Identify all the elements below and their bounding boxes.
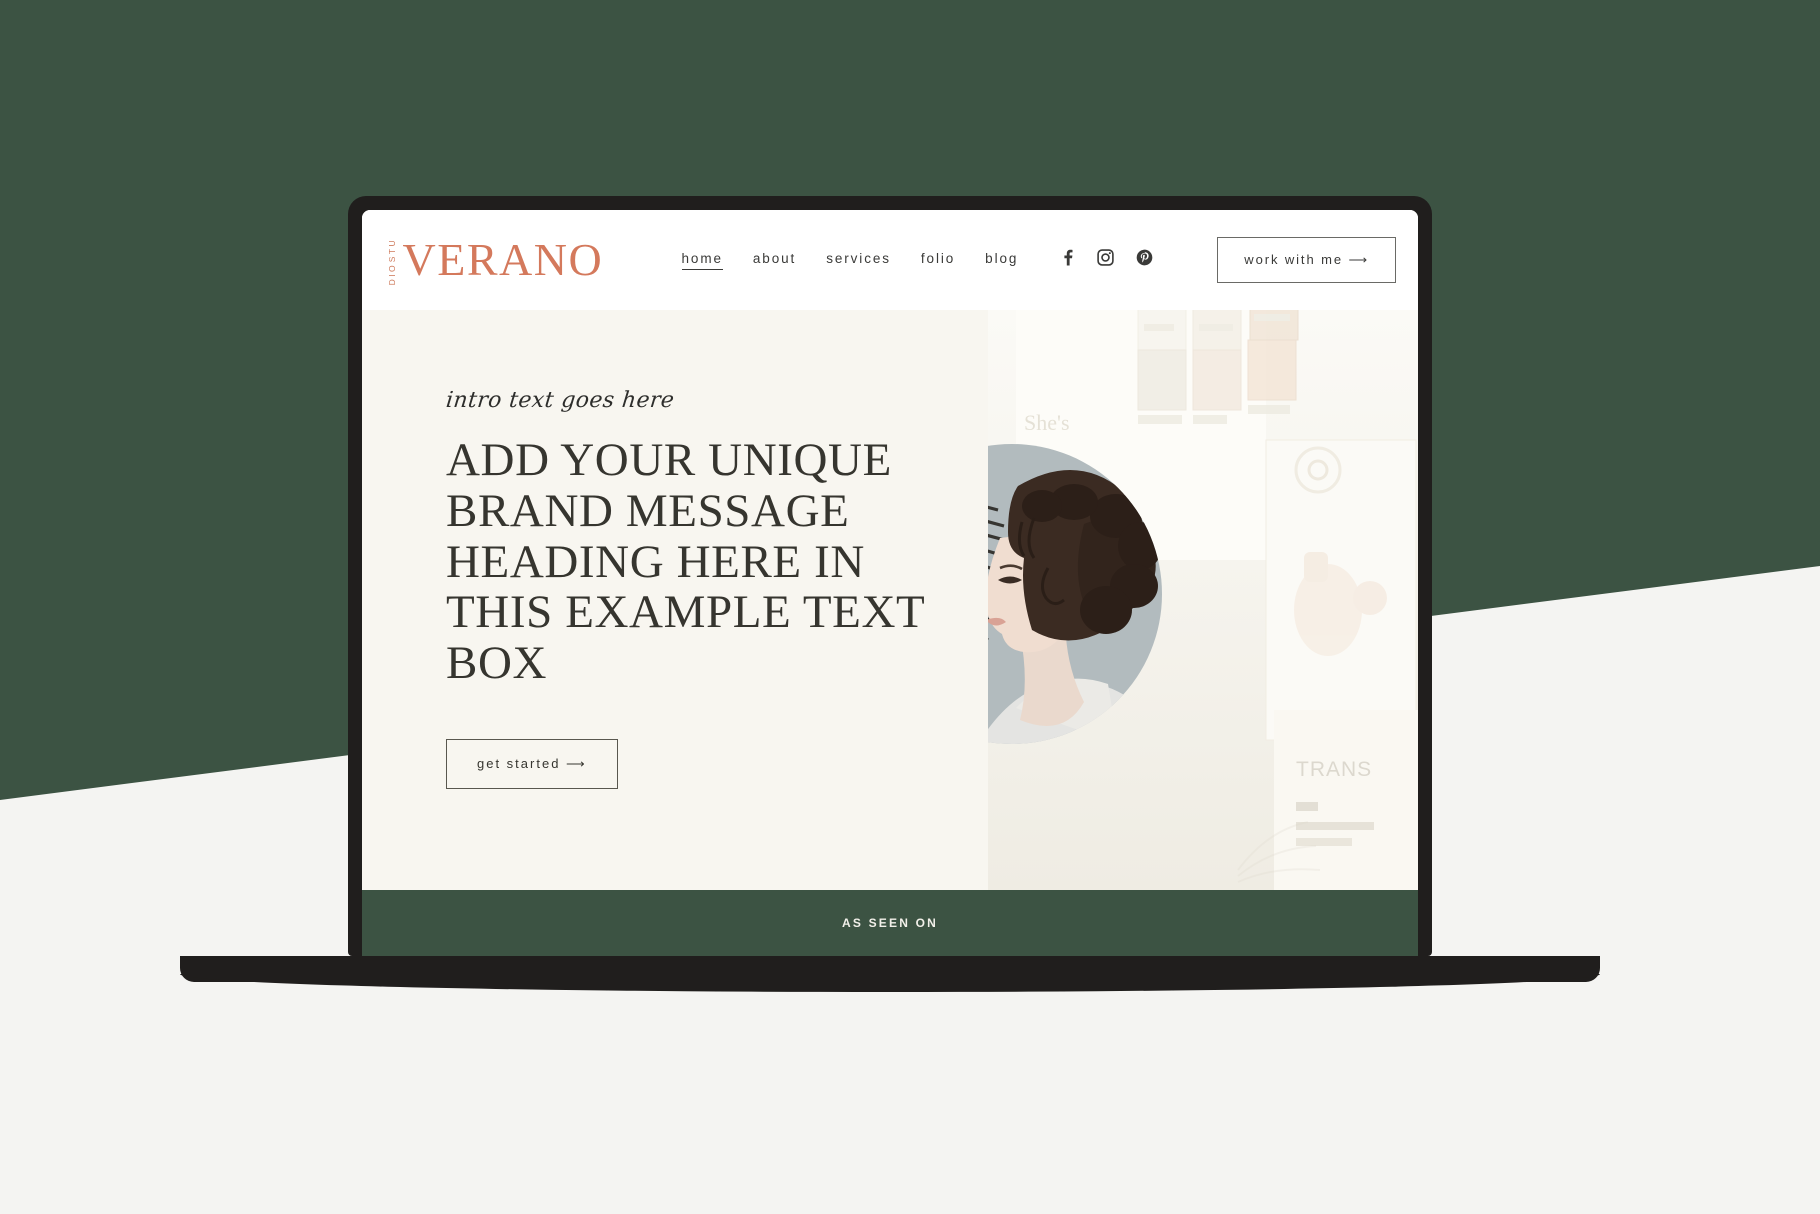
- primary-nav: home about services folio blog work with…: [681, 237, 1396, 283]
- nav-item-about[interactable]: about: [753, 251, 796, 269]
- logo-wordmark: VERANO: [402, 234, 604, 285]
- as-seen-on-bar: AS SEEN ON: [362, 890, 1418, 956]
- nav-item-home[interactable]: home: [681, 251, 723, 270]
- nav-item-folio[interactable]: folio: [921, 251, 955, 269]
- logo-studio-stack: STU DIO: [387, 237, 397, 286]
- work-with-me-button[interactable]: work with me ⟶: [1217, 237, 1396, 283]
- facebook-icon[interactable]: [1060, 249, 1075, 271]
- hero-heading: ADD YOUR UNIQUE BRAND MESSAGE HEADING HE…: [446, 434, 925, 689]
- laptop-base: [180, 956, 1600, 992]
- get-started-button[interactable]: get started ⟶: [446, 738, 618, 789]
- site-header: STU DIO VERANO home about services folio…: [362, 210, 1418, 310]
- nav-item-services[interactable]: services: [826, 251, 891, 269]
- svg-text:She's: She's: [1024, 410, 1070, 435]
- screenshot-stage: STU DIO VERANO home about services folio…: [0, 0, 1820, 1214]
- hero-photo-illustration: She's TRANS: [988, 310, 1418, 890]
- social-links: [1060, 249, 1153, 271]
- brand-logo[interactable]: STU DIO VERANO: [387, 234, 604, 286]
- laptop-lid: STU DIO VERANO home about services folio…: [348, 196, 1432, 956]
- laptop-screen: STU DIO VERANO home about services folio…: [362, 210, 1418, 956]
- hero-photo: She's TRANS: [988, 310, 1418, 890]
- hero-copy: intro text goes here ADD YOUR UNIQUE BRA…: [444, 388, 1026, 789]
- logo-stack-top: STU: [387, 237, 397, 262]
- laptop-mockup: STU DIO VERANO home about services folio…: [180, 196, 1600, 996]
- instagram-icon[interactable]: [1097, 249, 1114, 271]
- svg-text:TRANS: TRANS: [1296, 758, 1372, 781]
- hero-intro-text: intro text goes here: [444, 388, 676, 413]
- nav-item-blog[interactable]: blog: [985, 251, 1018, 269]
- as-seen-on-label: AS SEEN ON: [841, 916, 938, 930]
- pinterest-icon[interactable]: [1136, 249, 1153, 271]
- logo-stack-bottom: DIO: [387, 262, 397, 286]
- hero-section: She's TRANS intro text goes here ADD YOU…: [362, 310, 1418, 890]
